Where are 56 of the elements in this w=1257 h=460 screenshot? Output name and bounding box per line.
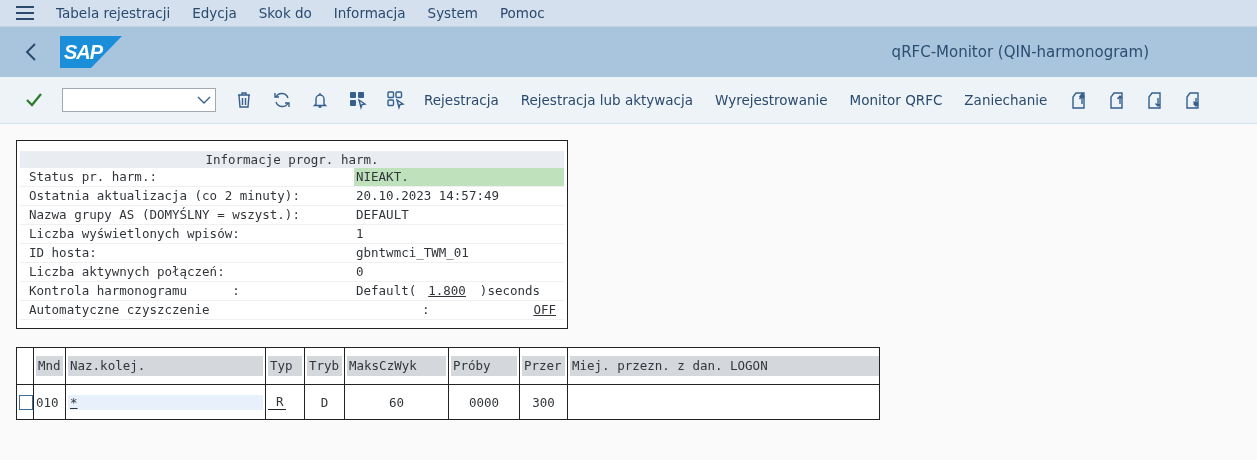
field-value: Default( — [355, 282, 417, 300]
menu-item[interactable]: Skok do — [258, 5, 312, 21]
separator: : — [422, 301, 430, 319]
interval-field[interactable]: 1.800 — [424, 282, 470, 300]
field-label: Automatyczne czyszczenie — [28, 301, 211, 319]
table-cell-text: 60 — [387, 394, 406, 410]
table-input[interactable]: R — [268, 394, 286, 410]
panel-title: Informacje progr. harm. — [20, 151, 564, 168]
field-value: 0 — [355, 263, 364, 281]
toolbar-button[interactable]: Rejestracja — [424, 88, 499, 112]
status-value: NIEAKT. — [354, 168, 564, 186]
field-label: Status pr. harm.: — [28, 168, 158, 186]
field-value: 1 — [355, 225, 364, 243]
field-label: Liczba aktywnych połączeń: — [28, 263, 226, 281]
field-value: gbntwmci_TWM_01 — [355, 244, 469, 262]
table-input[interactable]: * — [68, 394, 263, 410]
field-value: 20.10.2023 14:57:49 — [355, 187, 499, 205]
table-cell-text: 010 — [36, 394, 60, 410]
menu-item[interactable]: Tabela rejestracji — [56, 5, 171, 21]
menu-icon[interactable] — [16, 6, 34, 20]
table-cell-text: 0000 — [467, 394, 501, 410]
menu-item[interactable]: Informacja — [333, 5, 406, 21]
row-checkbox[interactable] — [19, 394, 33, 410]
toolbar-button[interactable]: Zaniechanie — [964, 88, 1048, 112]
field-label: Kontrola harmonogramu : — [28, 282, 241, 300]
back-icon[interactable] — [24, 43, 38, 61]
caret-icon[interactable] — [197, 96, 211, 104]
unit-label: )seconds — [479, 282, 541, 300]
field-label: ID hosta: — [28, 244, 98, 262]
toolbar-button[interactable]: Monitor QRFC — [849, 88, 943, 112]
toolbar-button[interactable]: Wyrejestrowanie — [715, 88, 828, 112]
column-header: Próby — [451, 356, 517, 376]
column-header: Mnd — [36, 356, 63, 376]
field-label: Nazwa grupy AS (DOMYŚLNY = wszyst.): — [28, 206, 301, 224]
menu-item[interactable]: Edycja — [192, 5, 237, 21]
field-label: Liczba wyświetlonych wpisów: — [28, 225, 241, 243]
refresh-icon[interactable] — [272, 90, 292, 110]
sap-logo: SAP — [60, 36, 122, 68]
column-header: Tryb — [307, 356, 342, 376]
deselect-all-icon[interactable] — [386, 90, 406, 110]
menu-item[interactable]: System — [427, 5, 478, 21]
select-all-icon[interactable] — [348, 90, 368, 110]
column-header: MaksCzWyk — [347, 356, 446, 376]
field-label: Ostatnia aktualizacja (co 2 minuty): — [28, 187, 301, 205]
column-header: Typ — [268, 356, 302, 376]
field-value: DEFAULT — [355, 206, 409, 224]
toggle-link[interactable]: OFF — [533, 301, 556, 319]
table-cell-text: 300 — [531, 394, 556, 410]
column-header: Naz.kolej. — [68, 356, 263, 376]
column-header: Przer — [522, 356, 565, 376]
window-title: qRFC-Monitor (QIN-harmonogram) — [891, 43, 1149, 61]
menu-item[interactable]: Pomoc — [499, 5, 545, 21]
column-header: Miej. przezn. z dan. LOGON — [570, 356, 879, 376]
command-field[interactable] — [62, 88, 216, 112]
table-cell-text: D — [319, 394, 330, 410]
toolbar-button[interactable]: Rejestracja lub aktywacja — [520, 88, 694, 112]
